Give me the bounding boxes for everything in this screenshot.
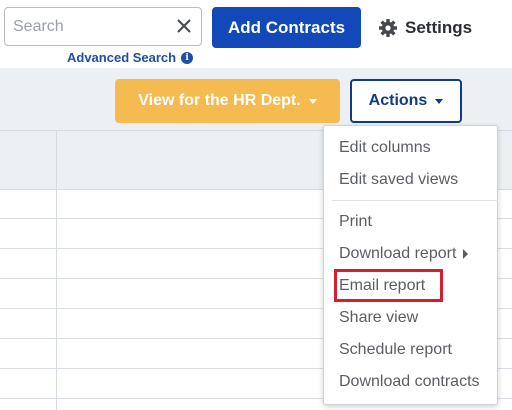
- download-report-label: Download report: [339, 245, 457, 262]
- saved-view-label: View for the HR Dept.: [138, 92, 301, 109]
- actions-label: Actions: [368, 92, 428, 109]
- column-divider: [56, 131, 57, 410]
- close-icon[interactable]: [175, 17, 193, 35]
- menu-item-download-contracts[interactable]: Download contracts: [339, 371, 480, 393]
- settings-label: Settings: [405, 17, 473, 37]
- search-input[interactable]: [5, 8, 173, 45]
- highlight-box: [334, 269, 443, 302]
- gear-icon: [379, 18, 397, 37]
- add-contracts-button[interactable]: Add Contracts: [212, 7, 361, 48]
- menu-item-edit-columns[interactable]: Edit columns: [339, 137, 431, 159]
- search-box[interactable]: [4, 7, 202, 46]
- chevron-down-icon: [308, 98, 317, 104]
- saved-view-dropdown[interactable]: View for the HR Dept.: [115, 79, 340, 123]
- actions-dropdown-button[interactable]: Actions: [350, 79, 462, 123]
- toolbar: View for the HR Dept. Actions: [0, 68, 512, 130]
- chevron-down-icon: [435, 98, 444, 104]
- menu-item-edit-saved-views[interactable]: Edit saved views: [339, 169, 458, 191]
- top-bar: Advanced Search i Add Contracts Settings: [0, 0, 512, 68]
- menu-item-schedule-report[interactable]: Schedule report: [339, 339, 452, 361]
- advanced-search-link[interactable]: Advanced Search i: [67, 50, 194, 65]
- settings-button[interactable]: Settings: [378, 7, 472, 48]
- menu-item-print[interactable]: Print: [339, 211, 372, 233]
- menu-item-share-view[interactable]: Share view: [339, 307, 418, 329]
- chevron-right-icon: [463, 248, 469, 259]
- menu-divider: [332, 200, 498, 201]
- info-icon[interactable]: i: [181, 51, 194, 64]
- advanced-search-label[interactable]: Advanced Search: [67, 50, 176, 65]
- menu-item-download-report[interactable]: Download report: [339, 243, 469, 265]
- actions-menu: Edit columns Edit saved views Print Down…: [323, 125, 498, 405]
